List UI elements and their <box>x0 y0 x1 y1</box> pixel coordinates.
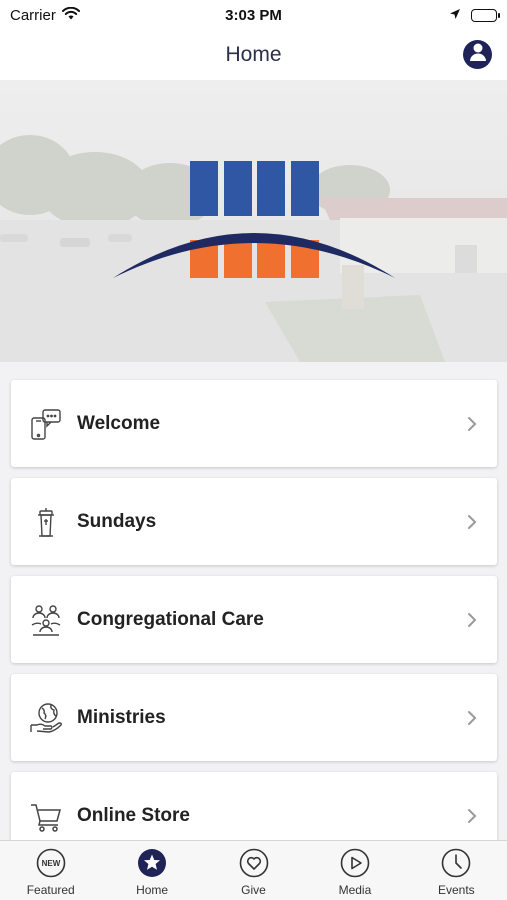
navigation-bar: Home <box>0 30 507 80</box>
tab-label: Events <box>437 883 475 897</box>
page-title: Home <box>225 43 282 66</box>
tab-label: Featured <box>26 883 75 897</box>
new-badge-icon: NEW <box>36 848 66 878</box>
new-badge-text: NEW <box>41 859 60 868</box>
tab-events[interactable]: Events <box>406 841 507 900</box>
menu-item-label: Sundays <box>77 510 157 532</box>
status-left: Carrier <box>10 6 80 24</box>
menu-item-label: Welcome <box>77 412 161 434</box>
chevron-right-icon <box>465 708 479 728</box>
menu-item-online-store[interactable]: Online Store <box>11 772 497 840</box>
carrier-label: Carrier <box>10 6 56 24</box>
tab-label: Media <box>338 883 372 897</box>
people-care-icon <box>29 603 63 637</box>
tab-media[interactable]: Media <box>304 841 405 900</box>
status-right <box>449 7 500 24</box>
chevron-right-icon <box>465 610 479 630</box>
tab-label: Home <box>136 883 169 897</box>
cart-icon <box>29 799 63 833</box>
tab-label: Give <box>241 883 266 897</box>
play-icon <box>340 848 370 878</box>
star-icon <box>137 848 167 878</box>
hero-banner <box>0 80 507 362</box>
location-arrow-icon <box>449 7 461 24</box>
globe-hand-icon <box>29 701 63 735</box>
tab-bar: NEW Featured Home Give Media Events <box>0 840 507 900</box>
phone-chat-icon <box>29 407 63 441</box>
user-icon <box>469 42 487 67</box>
church-background-image <box>0 80 507 362</box>
chevron-right-icon <box>465 414 479 434</box>
battery-icon <box>471 8 500 22</box>
tab-home[interactable]: Home <box>101 841 202 900</box>
menu-item-label: Ministries <box>77 706 166 728</box>
menu-item-label: Online Store <box>77 804 190 826</box>
menu-item-congregational-care[interactable]: Congregational Care <box>11 576 497 663</box>
tab-give[interactable]: Give <box>203 841 304 900</box>
tab-featured[interactable]: NEW Featured <box>0 841 101 900</box>
chevron-right-icon <box>465 512 479 532</box>
status-bar: Carrier 3:03 PM <box>0 0 507 30</box>
menu-item-welcome[interactable]: Welcome <box>11 380 497 467</box>
heart-icon <box>239 848 269 878</box>
wifi-icon <box>61 6 80 24</box>
clock-icon <box>441 848 471 878</box>
profile-button[interactable] <box>463 40 492 69</box>
pulpit-icon <box>29 505 63 539</box>
chevron-right-icon <box>465 806 479 826</box>
menu-item-label: Congregational Care <box>77 608 264 630</box>
menu-list: Welcome Sundays Congregational Care Mini… <box>0 362 507 840</box>
menu-item-sundays[interactable]: Sundays <box>11 478 497 565</box>
menu-item-ministries[interactable]: Ministries <box>11 674 497 761</box>
